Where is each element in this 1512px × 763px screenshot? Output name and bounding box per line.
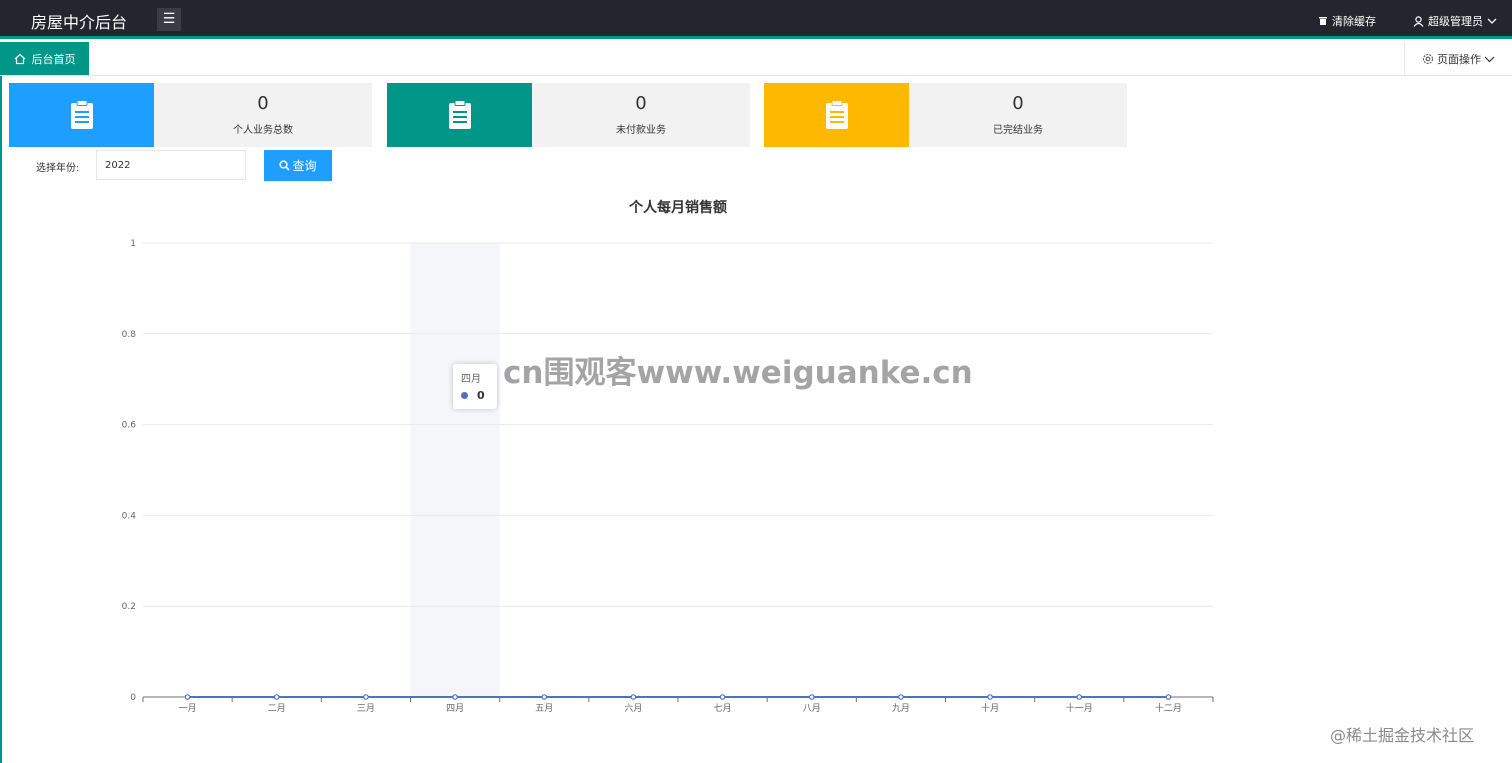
clear-cache-button[interactable]: 清除缓存 bbox=[1318, 13, 1376, 29]
home-icon bbox=[14, 53, 25, 64]
stat-card-completed: 0 已完结业务 bbox=[764, 83, 1127, 147]
stat-card-unpaid: 0 未付款业务 bbox=[387, 83, 750, 147]
year-input[interactable] bbox=[96, 150, 246, 180]
chevron-down-icon bbox=[1487, 18, 1497, 24]
highlight-band bbox=[410, 243, 500, 697]
page-operations-label: 页面操作 bbox=[1437, 52, 1481, 66]
user-icon bbox=[1413, 15, 1424, 27]
data-point bbox=[363, 694, 369, 700]
page-operations-menu[interactable]: 页面操作 bbox=[1404, 42, 1512, 75]
monthly-sales-chart: 个人每月销售额 00.20.40.60.81一月 二月 三月 四月 五月 六月 七月 八月 九月… bbox=[122, 199, 1214, 714]
clipboard-icon bbox=[448, 100, 471, 129]
clear-cache-label: 清除缓存 bbox=[1332, 15, 1376, 28]
corner-watermark: @稀土掘金技术社区 bbox=[1330, 726, 1475, 745]
tab-bar: 后台首页 页面操作 bbox=[0, 42, 1512, 76]
y-tick-label: 0.2 bbox=[122, 602, 136, 612]
gear-icon bbox=[1422, 53, 1434, 64]
card-value: 0 bbox=[1012, 93, 1024, 114]
x-tick-label: 四月 bbox=[446, 703, 464, 714]
x-tick-label: 九月 bbox=[892, 703, 910, 714]
stat-card-total: 0 个人业务总数 bbox=[9, 83, 372, 147]
data-point bbox=[1076, 694, 1083, 700]
x-tick-label: 一月 bbox=[179, 703, 197, 714]
data-point bbox=[898, 694, 904, 700]
data-point bbox=[987, 694, 993, 700]
x-tick-label: 六月 bbox=[624, 702, 642, 714]
hamburger-icon[interactable]: ☰ bbox=[157, 8, 181, 31]
app-title: 房屋中介后台 bbox=[31, 13, 128, 32]
chart-tooltip: 四月 0 bbox=[453, 364, 497, 409]
data-point bbox=[719, 694, 726, 700]
card-icon-area bbox=[387, 83, 532, 147]
x-tick-label: 三月 bbox=[357, 703, 375, 714]
x-tick-label: 五月 bbox=[535, 703, 553, 714]
data-point bbox=[630, 694, 637, 700]
data-point bbox=[273, 694, 280, 700]
data-point bbox=[1165, 694, 1172, 700]
card-label: 已完结业务 bbox=[993, 125, 1043, 136]
data-point bbox=[541, 694, 548, 700]
x-tick-label: 八月 bbox=[803, 703, 821, 714]
card-icon-area bbox=[9, 83, 154, 147]
search-icon bbox=[279, 160, 291, 171]
x-tick-label: 十月 bbox=[981, 702, 999, 714]
user-name: 超级管理员 bbox=[1428, 15, 1483, 28]
chart-title: 个人每月销售额 bbox=[628, 199, 727, 216]
series-dot bbox=[461, 392, 468, 399]
y-tick-label: 0.8 bbox=[122, 330, 137, 340]
x-tick-label: 二月 bbox=[268, 703, 286, 714]
y-tick-label: 0.4 bbox=[122, 511, 137, 521]
card-value: 0 bbox=[257, 93, 269, 114]
clipboard-icon bbox=[825, 100, 848, 129]
data-point bbox=[808, 694, 815, 700]
chevron-down-icon bbox=[1484, 56, 1495, 62]
watermark-text: cn围观客www.weiguanke.cn bbox=[503, 355, 973, 391]
x-tick-label: 十一月 bbox=[1066, 702, 1093, 714]
card-label: 未付款业务 bbox=[616, 125, 666, 136]
y-tick-label: 0.6 bbox=[122, 421, 137, 431]
card-value: 0 bbox=[635, 93, 647, 114]
tab-home[interactable]: 后台首页 bbox=[0, 42, 89, 75]
top-header: 房屋中介后台 ☰ 清除缓存 超级管理员 bbox=[0, 0, 1512, 39]
tooltip-category: 四月 bbox=[461, 374, 481, 385]
clipboard-icon bbox=[70, 100, 93, 129]
tab-home-label: 后台首页 bbox=[31, 52, 76, 66]
query-label: 查询 bbox=[292, 159, 317, 173]
card-label: 个人业务总数 bbox=[233, 125, 293, 136]
trash-icon bbox=[1319, 17, 1327, 25]
x-tick-label: 七月 bbox=[714, 703, 732, 714]
data-point bbox=[452, 694, 458, 700]
y-tick-label: 0 bbox=[130, 693, 136, 703]
tooltip-value: 0 bbox=[477, 389, 485, 402]
card-icon-area bbox=[764, 83, 909, 147]
user-menu[interactable]: 超级管理员 bbox=[1413, 13, 1497, 29]
year-label: 选择年份: bbox=[36, 163, 80, 174]
y-tick-label: 1 bbox=[130, 239, 136, 249]
data-point bbox=[184, 694, 191, 700]
x-tick-label: 十二月 bbox=[1155, 702, 1182, 714]
query-button[interactable]: 查询 bbox=[264, 150, 332, 181]
